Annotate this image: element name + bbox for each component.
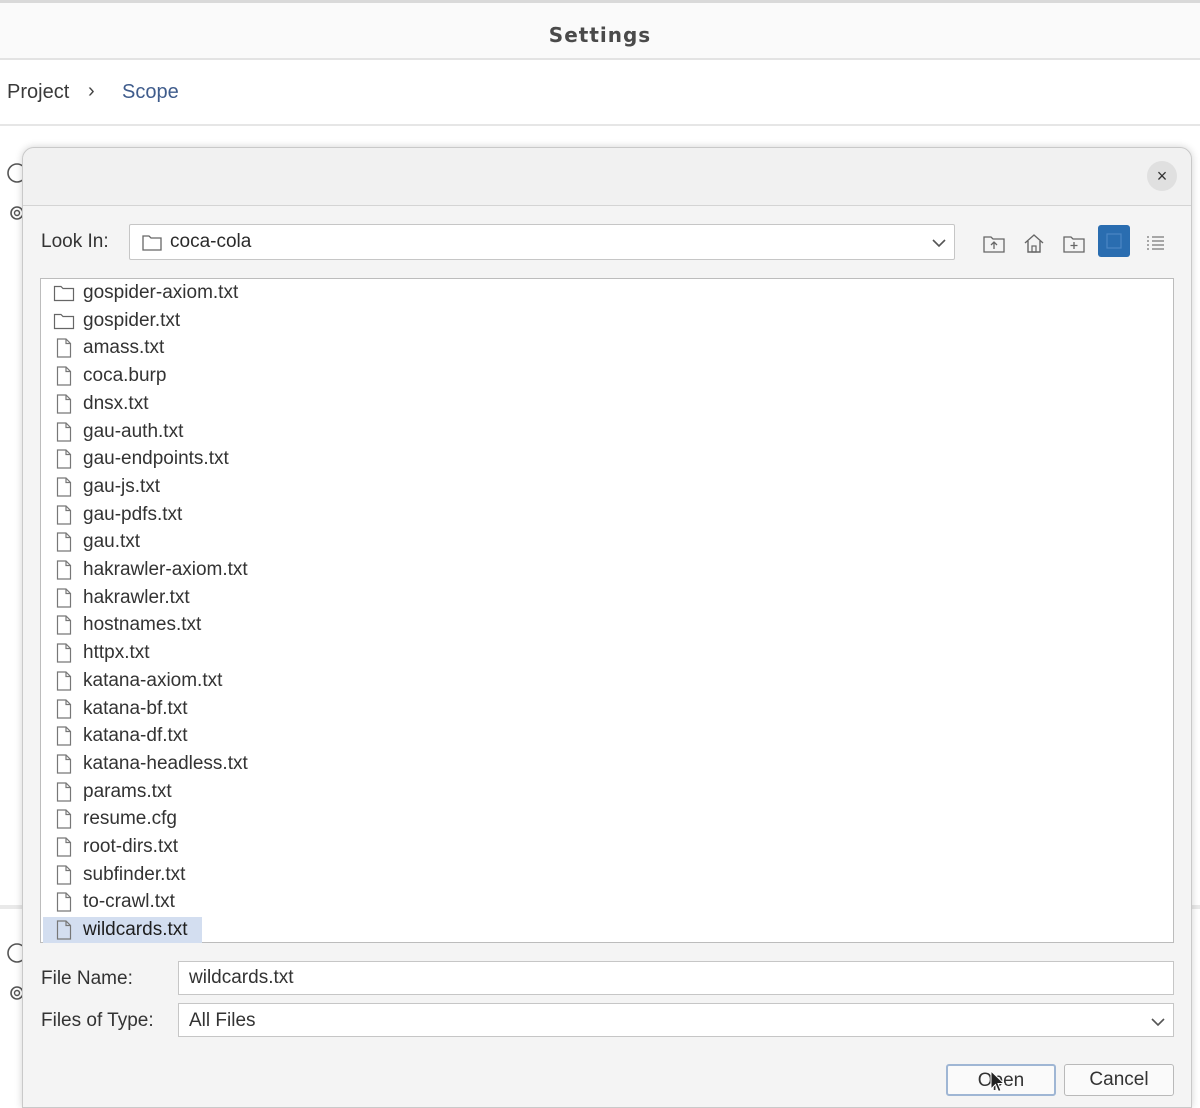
breadcrumb: Project › Scope bbox=[0, 60, 1200, 126]
file-list-item[interactable]: wildcards.txt bbox=[43, 917, 202, 944]
breadcrumb-separator-icon: › bbox=[88, 80, 95, 102]
look-in-value: coca-cola bbox=[170, 231, 252, 252]
file-name-text: gau-js.txt bbox=[83, 475, 161, 497]
file-name-text: gospider.txt bbox=[83, 309, 181, 331]
file-name-text: params.txt bbox=[83, 780, 172, 802]
file-list[interactable]: gospider-axiom.txt gospider.txt amass.txt c… bbox=[40, 278, 1174, 944]
file-list-item[interactable]: katana-headless.txt bbox=[43, 751, 262, 777]
file-name-text: wildcards.txt bbox=[83, 919, 188, 941]
file-list-item[interactable]: katana-axiom.txt bbox=[43, 668, 236, 694]
file-list-item[interactable]: params.txt bbox=[43, 779, 186, 805]
close-button[interactable]: × bbox=[1147, 161, 1177, 191]
file-name-text: gau.txt bbox=[83, 531, 141, 553]
file-list-item[interactable]: httpx.txt bbox=[43, 640, 164, 666]
file-list-item[interactable]: gospider.txt bbox=[43, 308, 194, 334]
cancel-button[interactable]: Cancel bbox=[1064, 1064, 1174, 1096]
close-icon: × bbox=[1156, 166, 1168, 186]
file-name-text: gau-auth.txt bbox=[83, 420, 184, 442]
file-name-text: root-dirs.txt bbox=[83, 836, 179, 857]
files-of-type-value: All Files bbox=[189, 1010, 256, 1031]
files-of-type-label: Files of Type: bbox=[41, 1010, 154, 1031]
file-list-item[interactable]: to-crawl.txt bbox=[43, 889, 189, 915]
file-name-text: katana-bf.txt bbox=[83, 697, 188, 719]
file-name-text: coca.burp bbox=[83, 365, 167, 387]
breadcrumb-scope[interactable]: Scope bbox=[122, 81, 179, 104]
file-list-item[interactable]: katana-bf.txt bbox=[43, 696, 202, 722]
file-list-item[interactable]: hostnames.txt bbox=[43, 612, 215, 638]
mouse-pointer-icon bbox=[990, 1069, 1006, 1099]
breadcrumb-project[interactable]: Project bbox=[7, 81, 69, 104]
settings-header: Settings bbox=[0, 0, 1200, 60]
look-in-label: Look In: bbox=[41, 231, 109, 252]
file-list-item[interactable]: hakrawler.txt bbox=[43, 585, 204, 611]
file-name-text: gau-endpoints.txt bbox=[83, 448, 229, 470]
file-name-text: httpx.txt bbox=[83, 642, 150, 664]
file-name-text: gau-pdfs.txt bbox=[83, 503, 183, 525]
file-list-item[interactable]: resume.cfg bbox=[43, 806, 191, 832]
new-folder-icon[interactable] bbox=[1061, 231, 1087, 255]
dialog-titlebar[interactable]: × bbox=[23, 148, 1191, 206]
file-name-text: subfinder.txt bbox=[83, 863, 186, 885]
file-name-text: gospider-axiom.txt bbox=[83, 282, 239, 303]
file-list-item[interactable]: dnsx.txt bbox=[43, 391, 162, 417]
list-view-icon[interactable] bbox=[1098, 225, 1130, 257]
file-name-text: hostnames.txt bbox=[83, 614, 202, 636]
settings-title: Settings bbox=[548, 23, 652, 47]
file-list-item[interactable]: coca.burp bbox=[43, 363, 180, 389]
folder-icon bbox=[142, 233, 162, 256]
chevron-down-icon bbox=[930, 234, 948, 257]
file-name-text: resume.cfg bbox=[83, 808, 177, 830]
file-chooser-dialog: × Look In: coca-cola gospider-axiom.txt g… bbox=[22, 147, 1192, 1108]
file-list-item[interactable]: gau-auth.txt bbox=[43, 419, 197, 445]
file-name-text: amass.txt bbox=[83, 337, 165, 359]
file-list-item[interactable]: amass.txt bbox=[43, 335, 178, 361]
file-name-text: hakrawler.txt bbox=[83, 586, 190, 608]
file-name-input[interactable] bbox=[178, 961, 1174, 995]
file-name-text: to-crawl.txt bbox=[83, 891, 175, 913]
file-name-text: hakrawler-axiom.txt bbox=[83, 559, 248, 580]
home-icon[interactable] bbox=[1021, 231, 1047, 255]
file-name-text: katana-headless.txt bbox=[83, 752, 248, 774]
file-list-item[interactable]: subfinder.txt bbox=[43, 862, 199, 888]
file-name-text: dnsx.txt bbox=[83, 392, 149, 414]
file-name-text: katana-df.txt bbox=[83, 725, 188, 747]
look-in-dropdown[interactable]: coca-cola bbox=[129, 224, 955, 260]
file-list-item[interactable]: gau-endpoints.txt bbox=[43, 446, 243, 472]
file-list-item[interactable]: hakrawler-axiom.txt bbox=[43, 557, 262, 583]
file-list-item[interactable]: gospider-axiom.txt bbox=[43, 280, 252, 306]
file-list-item[interactable]: gau-js.txt bbox=[43, 474, 174, 500]
file-list-item[interactable]: katana-df.txt bbox=[43, 723, 202, 749]
file-list-item[interactable]: root-dirs.txt bbox=[43, 834, 192, 860]
files-of-type-dropdown[interactable]: All Files bbox=[178, 1003, 1174, 1037]
file-name-text: katana-axiom.txt bbox=[83, 669, 223, 691]
file-name-label: File Name: bbox=[41, 968, 133, 989]
chevron-down-icon bbox=[1149, 1013, 1167, 1036]
file-list-item[interactable]: gau-pdfs.txt bbox=[43, 502, 196, 528]
details-view-icon[interactable] bbox=[1143, 231, 1169, 255]
up-one-level-icon[interactable] bbox=[981, 231, 1007, 255]
file-list-item[interactable]: gau.txt bbox=[43, 529, 154, 555]
